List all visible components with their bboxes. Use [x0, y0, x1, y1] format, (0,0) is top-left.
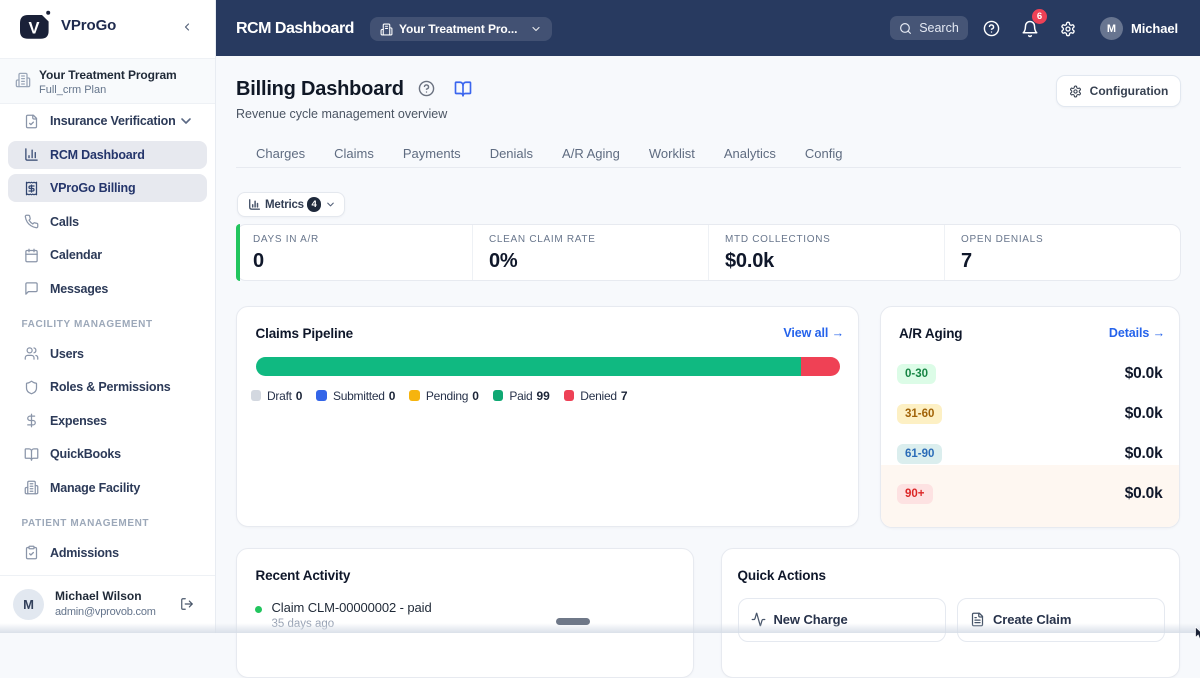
svg-text:V: V [28, 20, 39, 38]
